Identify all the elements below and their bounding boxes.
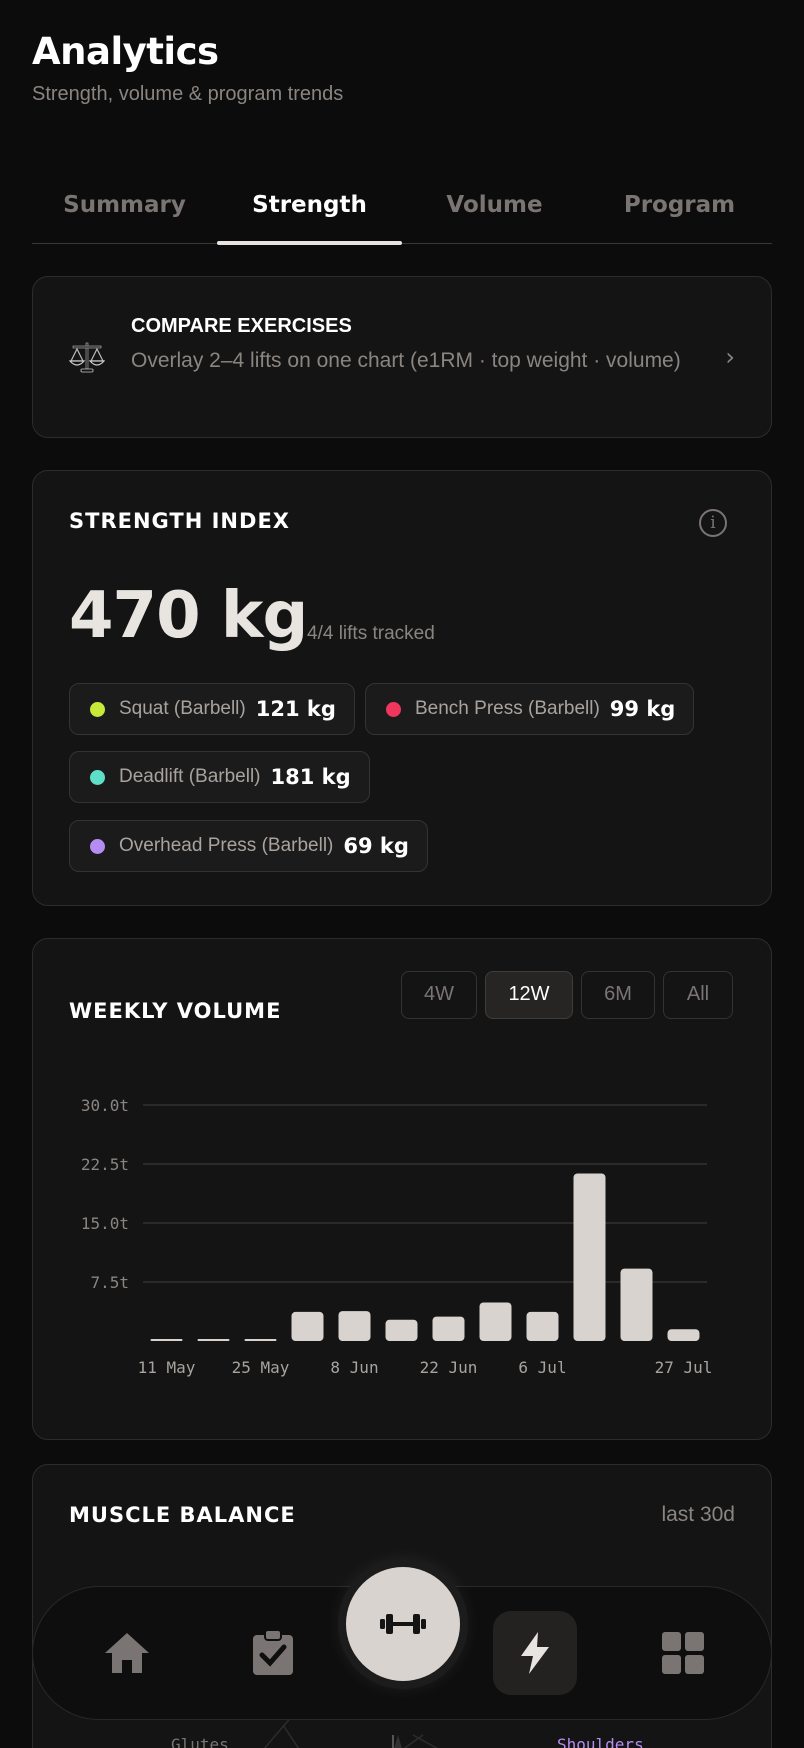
lift-value: 99 kg [609, 697, 676, 721]
page-header: Analytics Strength, volume & program tre… [32, 30, 343, 106]
volume-bar[interactable] [338, 1311, 371, 1341]
x-tick-label: 25 May [232, 1358, 290, 1377]
chevron-right-icon: › [725, 343, 735, 371]
info-icon[interactable]: i [699, 509, 727, 537]
x-tick-label: 27 Jul [655, 1358, 713, 1377]
x-tick-label: 11 May [138, 1358, 196, 1377]
lift-value: 69 kg [343, 834, 409, 858]
x-tick-label: 8 Jun [330, 1358, 378, 1377]
lift-chip-bench[interactable]: Bench Press (Barbell) 99 kg [365, 683, 695, 735]
radar-label-shoulders: Shoulders [557, 1735, 644, 1748]
bolt-icon [521, 1632, 549, 1674]
weekly-volume-card: WEEKLY VOLUME 4W 12W 6M All 7.5t 15.0t 22.… [32, 938, 772, 1440]
tab-summary[interactable]: Summary [32, 180, 217, 243]
lift-chip-ohp[interactable]: Overhead Press (Barbell) 69 kg [69, 820, 428, 872]
nav-home[interactable] [87, 1613, 167, 1693]
x-tick-label: 22 Jun [420, 1358, 478, 1377]
y-tick-label: 15.0t [81, 1214, 129, 1233]
nav-workouts[interactable] [233, 1613, 313, 1693]
y-tick-label: 7.5t [90, 1273, 129, 1292]
tab-volume[interactable]: Volume [402, 180, 587, 243]
lift-value: 121 kg [255, 697, 336, 721]
compare-title: COMPARE EXERCISES [131, 315, 352, 337]
bottom-nav [32, 1567, 772, 1720]
strength-index-title: STRENGTH INDEX [69, 509, 290, 533]
tab-program[interactable]: Program [587, 180, 772, 243]
clipboard-check-icon [253, 1629, 293, 1675]
nav-analytics[interactable] [493, 1611, 577, 1695]
lift-name: Squat (Barbell) [119, 698, 246, 719]
lift-color-dot [90, 838, 105, 854]
lift-chip-deadlift[interactable]: Deadlift (Barbell) 181 kg [69, 751, 370, 803]
volume-bar[interactable] [150, 1339, 183, 1341]
dumbbell-icon [380, 1614, 426, 1634]
volume-bar[interactable] [291, 1311, 324, 1341]
lift-value: 181 kg [270, 765, 351, 789]
muscle-balance-period: last 30d [661, 1503, 735, 1526]
lift-name: Overhead Press (Barbell) [119, 835, 334, 856]
tab-strength[interactable]: Strength [217, 180, 402, 245]
lift-name: Bench Press (Barbell) [415, 698, 600, 719]
y-tick-label: 22.5t [81, 1155, 129, 1174]
muscle-balance-title: MUSCLE BALANCE [69, 1503, 296, 1527]
y-tick-label: 30.0t [81, 1096, 129, 1115]
lifts-tracked: 4/4 lifts tracked [307, 623, 435, 644]
volume-bar[interactable] [385, 1319, 418, 1341]
compare-texts: COMPARE EXERCISES Overlay 2–4 lifts on o… [131, 315, 691, 376]
volume-bar[interactable] [620, 1268, 653, 1341]
grid-icon [662, 1632, 704, 1674]
volume-bar[interactable] [573, 1173, 606, 1341]
lift-color-dot [386, 701, 401, 717]
lift-chip-squat[interactable]: Squat (Barbell) 121 kg [69, 683, 355, 735]
volume-bar[interactable] [244, 1339, 277, 1341]
strength-index-total: 470 kg [69, 579, 308, 653]
weekly-volume-chart: 7.5t 15.0t 22.5t 30.0t 11 May 25 May 8 Jun 22 J… [81, 1096, 713, 1377]
lift-color-dot [90, 769, 105, 785]
compare-description: Overlay 2–4 lifts on one chart (e1RM · t… [131, 349, 681, 372]
analytics-tabs: Summary Strength Volume Program [32, 180, 772, 245]
scale-icon [69, 342, 105, 373]
radar-label-glutes: Glutes [171, 1735, 229, 1748]
page-title: Analytics [32, 30, 219, 73]
x-tick-label: 6 Jul [518, 1358, 566, 1377]
lift-color-dot [90, 701, 105, 717]
volume-bar[interactable] [479, 1302, 512, 1341]
home-icon [105, 1633, 149, 1673]
strength-index-card: STRENGTH INDEX i 470 kg 4/4 lifts tracke… [32, 470, 772, 906]
volume-bar[interactable] [667, 1329, 700, 1341]
volume-bar[interactable] [197, 1339, 230, 1341]
volume-bar[interactable] [432, 1316, 465, 1341]
compare-exercises-card[interactable]: COMPARE EXERCISES Overlay 2–4 lifts on o… [32, 276, 772, 438]
start-workout-button[interactable] [346, 1567, 460, 1681]
nav-more[interactable] [643, 1613, 723, 1693]
volume-bar[interactable] [526, 1311, 559, 1341]
lift-name: Deadlift (Barbell) [119, 766, 261, 787]
page-subtitle: Strength, volume & program trends [32, 83, 344, 105]
